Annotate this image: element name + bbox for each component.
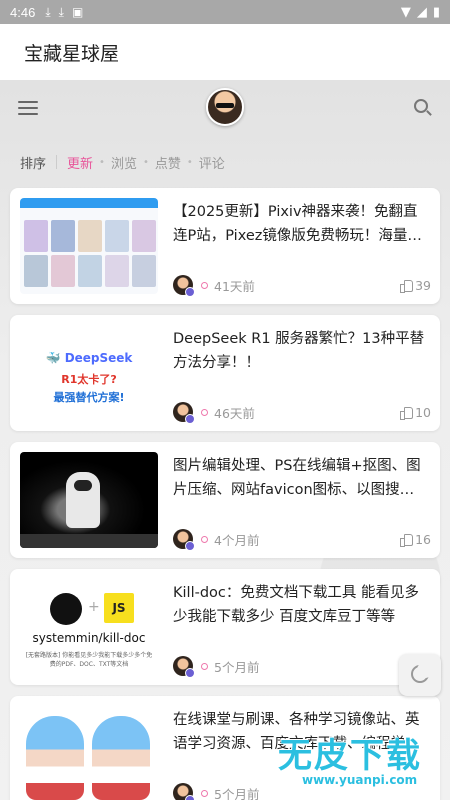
author-avatar[interactable] — [173, 783, 195, 800]
post-time: 5个月前 — [214, 786, 260, 800]
post-card[interactable]: 在线课堂与刷课、各种学习镜像站、英语学习资源、百度文库下载、编程学… 5个月前 — [10, 696, 440, 800]
sort-option-comments[interactable]: 评论 — [199, 153, 225, 172]
status-time: 4:46 — [10, 4, 36, 20]
status-bar: 4:46 ⤓ ⤓ ▣ ▼ ◢ ▮ — [0, 0, 450, 24]
thumb-line1: R1太卡了? — [61, 373, 117, 386]
like-count[interactable]: 10 — [400, 405, 431, 420]
battery-icon: ▮ — [432, 4, 440, 20]
post-card[interactable]: + JS systemmin/kill-doc [无套路版本] 你能看见多少我能… — [10, 569, 440, 685]
wifi-icon: ▼ — [400, 4, 411, 20]
thumbs-up-icon — [400, 533, 414, 547]
post-thumbnail: 🐳 DeepSeek R1太卡了? 最强替代方案! — [20, 325, 158, 421]
thumb-repo: systemmin/kill-doc — [32, 631, 146, 645]
post-time: 5个月前 — [214, 659, 260, 675]
dark-mode-button[interactable] — [399, 654, 441, 696]
post-time: 4个月前 — [214, 532, 260, 548]
time-dot-icon — [201, 789, 208, 797]
js-logo: JS — [104, 593, 134, 623]
post-thumbnail — [20, 452, 158, 548]
dot-separator: • — [186, 156, 193, 168]
like-number: 39 — [415, 277, 431, 293]
time-dot-icon — [201, 535, 208, 543]
sort-option-views[interactable]: 浏览 — [111, 153, 137, 172]
sort-label: 排序 — [20, 156, 47, 172]
signal-icon: ◢ — [416, 4, 427, 20]
thumb-brand: 🐳 DeepSeek — [45, 351, 133, 365]
app-bar: 宝藏星球屋 — [0, 24, 450, 80]
thumb-caption: [无套路版本] 你能看见多少我能下载多少多个免费的PDF、DOC、TXT等文档 — [25, 652, 153, 668]
post-meta: 4个月前 16 — [173, 528, 431, 551]
post-time: 41天前 — [214, 278, 255, 294]
plus-icon: + — [88, 599, 100, 615]
post-meta: 41天前 39 — [173, 274, 431, 297]
like-number: 16 — [415, 531, 431, 547]
post-card[interactable]: 🐳 DeepSeek R1太卡了? 最强替代方案! DeepSeek R1 服务… — [10, 315, 440, 431]
post-time: 46天前 — [214, 405, 255, 421]
github-icon — [50, 593, 82, 625]
author-avatar[interactable] — [173, 275, 195, 297]
post-title[interactable]: 图片编辑处理、PS在线编辑+抠图、图片压缩、网站favicon图标、以图搜… — [173, 454, 431, 502]
time-dot-icon — [201, 662, 208, 670]
search-icon[interactable] — [414, 98, 432, 117]
time-dot-icon — [201, 408, 208, 416]
menu-icon[interactable] — [18, 100, 40, 116]
dot-separator: • — [99, 156, 105, 168]
post-meta: 5个月前 — [173, 655, 431, 678]
author-avatar[interactable] — [173, 402, 195, 424]
thumbs-up-icon — [400, 406, 414, 420]
download-icon: ⤓ — [58, 4, 64, 19]
time-dot-icon — [201, 281, 208, 289]
post-thumbnail — [20, 198, 158, 294]
thumb-line2: 最强替代方案! — [53, 391, 125, 404]
avatar[interactable] — [206, 88, 244, 126]
post-card[interactable]: 图片编辑处理、PS在线编辑+抠图、图片压缩、网站favicon图标、以图搜… 4… — [10, 442, 440, 558]
app-title: 宝藏星球屋 — [24, 42, 120, 65]
like-count[interactable]: 16 — [400, 532, 431, 547]
download-icon: ⤓ — [45, 4, 51, 19]
post-card[interactable]: 【2025更新】Pixiv神器来袭！免翻直连P站，Pixez镜像版免费畅玩！海量… — [10, 188, 440, 304]
a-icon: ▣ — [71, 5, 84, 19]
thumbs-up-icon — [400, 279, 414, 293]
divider — [56, 155, 58, 169]
post-title[interactable]: DeepSeek R1 服务器繁忙？13种平替方法分享！！ — [173, 327, 431, 375]
author-avatar[interactable] — [173, 529, 195, 551]
post-thumbnail: + JS systemmin/kill-doc [无套路版本] 你能看见多少我能… — [20, 579, 158, 675]
post-meta: 46天前 10 — [173, 401, 431, 424]
post-title[interactable]: Kill-doc：免费文档下载工具 能看见多少我能下载多少 百度文库豆丁等等 — [173, 581, 431, 629]
like-number: 10 — [415, 404, 431, 420]
dot-separator: • — [142, 156, 149, 168]
top-nav — [0, 80, 450, 135]
post-title[interactable]: 在线课堂与刷课、各种学习镜像站、英语学习资源、百度文库下载、编程学… — [173, 708, 431, 756]
post-thumbnail — [20, 706, 158, 800]
post-meta: 5个月前 — [173, 782, 431, 800]
sort-option-update[interactable]: 更新 — [67, 153, 93, 172]
sort-bar: 排序 更新 • 浏览 • 点赞 • 评论 — [20, 150, 225, 174]
post-title[interactable]: 【2025更新】Pixiv神器来袭！免翻直连P站，Pixez镜像版免费畅玩！海量… — [173, 200, 431, 248]
sort-option-likes[interactable]: 点赞 — [155, 153, 181, 172]
author-avatar[interactable] — [173, 656, 195, 678]
like-count[interactable]: 39 — [400, 278, 431, 293]
